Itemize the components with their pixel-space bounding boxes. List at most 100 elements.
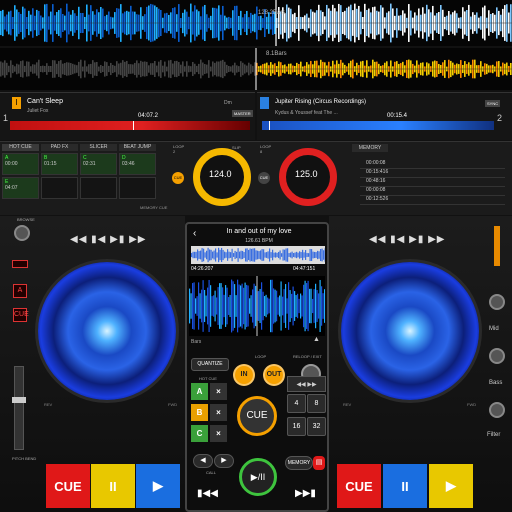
prev-track-icon[interactable]: ▮◀◀ [197,488,218,499]
cue-button-left[interactable]: CUE [46,464,90,508]
wave-bar [265,294,267,318]
call-prev-button[interactable]: ◀ [193,454,213,468]
wave-bar [229,294,231,318]
phone-cue-button[interactable]: CUE [237,396,277,436]
wave-bar [315,252,317,258]
sync-badge[interactable]: SYNC [485,100,501,107]
phone-bars-label: Bars [191,339,202,345]
tab-hot-cue[interactable]: HOT CUE [2,144,39,151]
wave-bar [196,296,198,316]
button-cue-small[interactable]: CUE [13,308,29,322]
wave-bar [226,287,228,325]
bpm-ring-b[interactable]: 125.0 [279,148,337,206]
back-icon[interactable]: ‹ [193,228,196,239]
cue-mini-a[interactable]: CUE [172,172,184,184]
phone-hot-cue-a-clear[interactable]: × [210,383,227,400]
eq-slider-track[interactable] [494,226,500,266]
tab-beat-jump[interactable]: BEAT JUMP [119,144,156,151]
bpm-ring-a[interactable]: 124.0 [193,148,251,206]
phone-hot-cue-b-clear[interactable]: × [210,404,227,421]
loop-out-button[interactable]: OUT [263,364,285,386]
play-button-left[interactable]: II [91,464,135,508]
memory-item[interactable]: 00:15:416 [360,169,505,178]
hot-cue-pad-a[interactable]: A 00:00 [2,153,39,175]
track-artist-b: Kydus & Youssef feat The ... [275,110,338,116]
pitch-slider[interactable] [12,366,26,450]
play-button-right[interactable]: II [383,464,427,508]
wave-bar [297,293,299,319]
beat-8[interactable]: 8 [307,394,326,413]
wave-bar [234,250,236,260]
loop-in-button[interactable]: IN [233,364,255,386]
transport-strip-left[interactable]: ◀◀ ▮◀ ▶▮ ▶▶ [70,234,146,245]
wave-bar [207,287,209,325]
beat-32[interactable]: 32 [307,417,326,436]
wave-bar [320,248,322,262]
memory-button[interactable]: MEMORY [285,456,313,470]
wave-bar [255,250,257,260]
wave-bar [198,282,200,330]
jog-wheel-left[interactable] [38,262,176,400]
phone-overview-wave[interactable] [191,246,326,264]
wave-bar [223,294,225,318]
memory-tab[interactable]: MEMORY [352,144,388,152]
phone-waveform[interactable] [189,276,326,336]
hot-cue-pad-b[interactable]: B 01:15 [41,153,78,175]
bars-label-a: 128.2Bars [258,10,286,16]
memory-item[interactable]: 00:00:08 [360,187,505,196]
wave-bar [300,252,302,258]
mid-knob[interactable] [489,294,505,310]
call-next-button[interactable]: ▶ [214,454,234,468]
tab-pad-fx[interactable]: PAD FX [41,144,78,151]
wave-bar [252,248,254,262]
tab-slicer[interactable]: SLICER [80,144,117,151]
beat-16[interactable]: 16 [287,417,306,436]
phone-hot-cue-b[interactable]: B [191,404,208,421]
bass-knob[interactable] [489,348,505,364]
hot-cue-pad-e[interactable]: E 04:07 [2,177,39,199]
hot-cue-pad-f[interactable] [41,177,78,199]
progress-bar-a[interactable] [10,121,250,130]
memory-item[interactable]: 00:00:08 [360,160,505,169]
phone-hot-cue-c[interactable]: C [191,425,208,442]
filter-knob[interactable] [489,402,505,418]
loop-arrows[interactable]: ◀◀ ▶▶ [287,376,326,392]
hot-cue-pad-d[interactable]: D 03:46 [119,153,156,175]
sbtn-small[interactable] [12,260,28,268]
wave-bar [300,293,302,319]
beat-4[interactable]: 4 [287,394,306,413]
memory-item[interactable]: 00:48:16 [360,178,505,187]
progress-bar-b[interactable] [262,121,494,130]
transport-strip-right[interactable]: ◀◀ ▮◀ ▶▮ ▶▶ [369,234,445,245]
wave-bar [248,249,250,261]
memory-trash-icon[interactable]: ▤ [313,456,325,470]
track-icon-a: I [12,97,21,109]
phone-hot-cue-c-clear[interactable]: × [210,425,227,442]
wave-bar [321,286,323,326]
next-button-left[interactable]: ▶ [136,464,180,508]
browse-knob[interactable] [14,225,30,241]
phone-collapse-icon[interactable]: ▲ [313,336,320,343]
wave-bar [273,252,275,258]
cue-button-right[interactable]: CUE [337,464,381,508]
hot-cue-pad-g[interactable] [80,177,117,199]
phone-play-pause[interactable]: ▶/II [239,458,277,496]
waveform-overview-top[interactable]: 128.2Bars [0,0,512,46]
hot-cue-pad-h[interactable] [119,177,156,199]
next-button-right[interactable]: ▶ [429,464,473,508]
hot-cue-pad-c[interactable]: C 02:31 [80,153,117,175]
master-badge[interactable]: MASTER [232,110,253,117]
quantize-button[interactable]: QUANTIZE [191,358,229,371]
wave-bar [302,249,304,261]
button-a[interactable]: A [13,284,27,298]
phone-hot-cue-a[interactable]: A [191,383,208,400]
next-track-icon[interactable]: ▶▶▮ [295,488,316,499]
memory-item[interactable]: 00:12:526 [360,196,505,205]
pitch-handle[interactable] [12,397,26,403]
wave-bar [228,251,230,259]
cue-mini-b[interactable]: CUE [258,172,270,184]
loop-label-a: LOOP 2 [173,144,185,154]
wave-bar [287,248,289,262]
jog-wheel-right[interactable] [341,262,479,400]
waveform-overview-bottom[interactable]: 8.1Bars [0,48,512,90]
